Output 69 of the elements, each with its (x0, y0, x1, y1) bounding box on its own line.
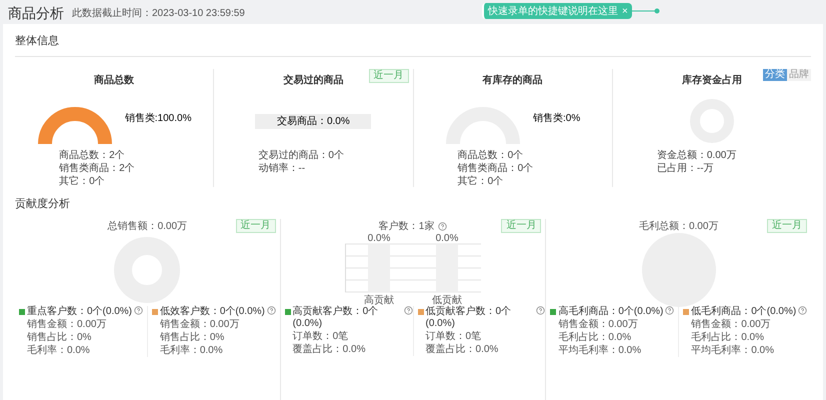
section-title: 整体信息 (15, 35, 59, 47)
connector-line (632, 8, 660, 14)
stat-text: 其它：0个 (59, 176, 106, 188)
stat-text: 销售金额：0.00万 (158, 319, 240, 331)
stat-text: 交易过的商品：0个 (258, 150, 345, 162)
stat-text: 销售金额：0.00万 (26, 319, 108, 331)
stat-text: 销售类商品：0个 (458, 163, 534, 175)
value-label: 0.0% (368, 233, 390, 244)
card-title: 库存资金占用 (682, 73, 742, 88)
help-icon[interactable] (134, 306, 144, 315)
legend-heading: 低贡献客户数：0个(0.0%) (426, 306, 512, 330)
ratio-bar: 交易商品：0.0% (255, 114, 372, 128)
stat-text: 资金总额：0.00万 (656, 150, 738, 162)
help-icon[interactable] (404, 306, 413, 315)
panel-subtitle: 毛利总额：0.00万 (638, 220, 718, 234)
stat-text: 覆盖占比：0.0% (292, 344, 366, 356)
help-icon[interactable] (798, 306, 808, 315)
legend-heading: 高毛利商品：0个(0.0%) (558, 306, 664, 318)
legend-heading: 低效客户数：0个(0.0%) (160, 306, 265, 318)
toggle-tab[interactable]: 品牌 (787, 69, 811, 81)
period-tag[interactable]: 近一月 (501, 219, 542, 233)
legend-heading: 高贡献客户数：0个(0.0%) (292, 306, 380, 330)
help-icon[interactable] (536, 306, 546, 315)
stat-text: 毛利占比：0.0% (690, 332, 765, 344)
chart-bar (436, 244, 458, 292)
toast-text: 快速录单的快捷键说明在这里 (488, 4, 618, 18)
chart-bar (368, 244, 390, 292)
stat-text: 订单数：0笔 (292, 331, 350, 343)
stat-text: 商品总数：2个 (59, 150, 126, 162)
stat-text: 覆盖占比：0.0% (424, 344, 500, 356)
stat-text: 销售占比：0% (158, 332, 226, 344)
close-button[interactable]: × (622, 4, 628, 18)
panel-subtitle: 总销售额：0.00万 (108, 220, 188, 234)
stat-text: 销售金额：0.00万 (690, 319, 772, 331)
data-timestamp: 此数据截止时间：2023-03-10 23:59:59 (72, 6, 245, 21)
shortcut-toast[interactable]: 快速录单的快捷键说明在这里 × (482, 3, 632, 19)
value-label: 0.0% (436, 233, 458, 244)
period-tag[interactable]: 近一月 (368, 69, 408, 83)
stat-text: 销售金额：0.00万 (557, 319, 639, 331)
legend-heading: 重点客户数：0个(0.0%) (27, 306, 132, 318)
card-title: 交易过的商品 (283, 73, 344, 88)
stat-text: 其它：0个 (458, 176, 504, 188)
help-icon[interactable] (665, 306, 674, 315)
section-title: 贡献度分析 (15, 198, 70, 210)
legend-heading: 低毛利商品：0个(0.0%) (691, 306, 796, 318)
card-title: 有库存的商品 (482, 73, 543, 88)
help-icon[interactable] (438, 222, 448, 231)
page-title: 商品分析 (8, 4, 64, 22)
stat-text: 商品总数：0个 (458, 150, 524, 162)
period-tag[interactable]: 近一月 (236, 219, 276, 233)
stat-text: 销售占比：0% (26, 332, 92, 344)
legend-label: 销售类:100.0% (124, 112, 192, 126)
stat-text: 毛利率：0.0% (158, 345, 224, 357)
axis-label: 高贡献 (364, 295, 394, 306)
stat-text: 毛利占比：0.0% (557, 332, 632, 344)
panel-subtitle: 客户数：1家 (378, 220, 434, 234)
help-icon[interactable] (266, 306, 276, 315)
stat-text: 毛利率：0.0% (26, 345, 91, 357)
stat-text: 平均毛利率：0.0% (557, 345, 642, 357)
stat-text: 已占用：--万 (656, 163, 715, 175)
period-tag[interactable]: 近一月 (767, 219, 808, 233)
card-title: 商品总数 (94, 73, 134, 88)
axis-label: 低贡献 (432, 295, 462, 306)
legend-label: 销售类:0% (533, 112, 580, 126)
toggle-tab[interactable]: 分类 (763, 69, 787, 81)
stat-text: 平均毛利率：0.0% (690, 345, 775, 357)
stat-text: 动销率：-- (258, 163, 306, 175)
stat-text: 订单数：0笔 (424, 331, 482, 343)
stat-text: 销售类商品：2个 (59, 163, 136, 175)
